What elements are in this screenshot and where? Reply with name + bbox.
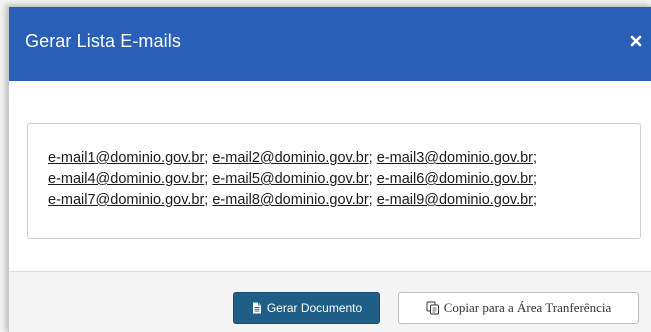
email-separator: ; <box>204 192 209 208</box>
email-separator: ; <box>204 150 209 166</box>
email-list-box[interactable]: e-mail1@dominio.gov.br; e-mail2@dominio.… <box>27 123 641 239</box>
email-link[interactable]: e-mail3@dominio.gov.br <box>377 150 533 166</box>
generate-document-label: Gerar Documento <box>266 301 363 315</box>
page-background: Gerar Lista E-mails e-mail1@dominio.gov.… <box>0 0 651 332</box>
email-separator: ; <box>368 171 373 187</box>
email-link[interactable]: e-mail4@dominio.gov.br <box>48 171 204 187</box>
email-link[interactable]: e-mail6@dominio.gov.br <box>377 171 533 187</box>
email-separator: ; <box>368 150 373 166</box>
email-separator: ; <box>533 150 538 166</box>
email-link[interactable]: e-mail2@dominio.gov.br <box>212 150 368 166</box>
email-line-2: e-mail4@dominio.gov.br; e-mail5@dominio.… <box>48 169 640 190</box>
document-icon <box>252 302 261 314</box>
email-line-3: e-mail7@dominio.gov.br; e-mail8@dominio.… <box>48 190 640 211</box>
close-icon[interactable] <box>628 33 644 49</box>
copy-to-clipboard-label: Copiar para a Área Tranferência <box>443 300 612 315</box>
copy-to-clipboard-button[interactable]: Copiar para a Área Tranferência <box>398 292 639 324</box>
modal-body: e-mail1@dominio.gov.br; e-mail2@dominio.… <box>9 81 651 271</box>
modal-header: Gerar Lista E-mails <box>9 7 651 81</box>
email-link[interactable]: e-mail8@dominio.gov.br <box>212 192 368 208</box>
email-separator: ; <box>533 171 538 187</box>
email-list-modal: Gerar Lista E-mails e-mail1@dominio.gov.… <box>8 6 651 332</box>
modal-title: Gerar Lista E-mails <box>25 31 181 51</box>
email-link[interactable]: e-mail7@dominio.gov.br <box>48 192 204 208</box>
copy-icon <box>426 301 439 315</box>
email-link[interactable]: e-mail5@dominio.gov.br <box>212 171 368 187</box>
email-separator: ; <box>533 192 538 208</box>
email-separator: ; <box>368 192 373 208</box>
email-separator: ; <box>204 171 209 187</box>
modal-footer: Gerar Documento Copiar para a Área Tranf… <box>9 271 651 332</box>
email-link[interactable]: e-mail1@dominio.gov.br <box>48 150 204 166</box>
email-line-1: e-mail1@dominio.gov.br; e-mail2@dominio.… <box>48 148 640 169</box>
generate-document-button[interactable]: Gerar Documento <box>233 292 380 324</box>
email-link[interactable]: e-mail9@dominio.gov.br <box>377 192 533 208</box>
